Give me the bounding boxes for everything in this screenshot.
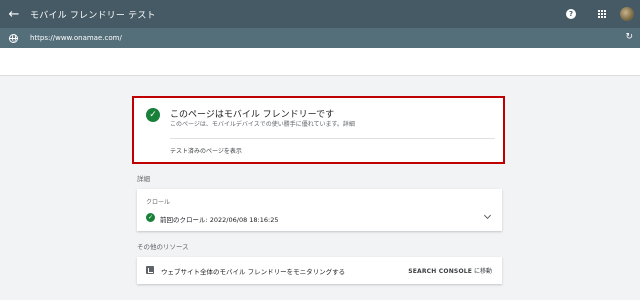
crawl-card[interactable]: クロール ✓ 前回のクロール: 2022/06/08 18:16:25: [137, 189, 502, 231]
result-summary: ✓ このページはモバイル フレンドリーです このページは、モバイルデバイスでの使…: [134, 98, 503, 138]
tested-url-bar: https://www.onamae.com/ ↻: [0, 28, 640, 48]
top-app-bar: ← モバイル フレンドリー テスト ?: [0, 0, 640, 28]
search-console-suffix: に移動: [472, 268, 492, 275]
details-link[interactable]: 詳細: [343, 121, 355, 128]
search-console-label: SEARCH CONSOLE: [408, 268, 473, 275]
crawl-label: クロール: [146, 199, 171, 206]
avatar[interactable]: [620, 7, 634, 21]
resource-text: ウェブサイト全体のモバイル フレンドリーをモニタリングする: [161, 268, 346, 276]
search-console-link[interactable]: SEARCH CONSOLE に移動: [408, 266, 492, 275]
check-circle-icon: ✓: [146, 108, 160, 122]
app-title: モバイル フレンドリー テスト: [30, 10, 156, 21]
view-tested-page-link[interactable]: テスト済みのページを表示: [170, 146, 242, 155]
chart-icon: [146, 266, 154, 274]
last-crawl-value: 前回のクロール: 2022/06/08 18:16:25: [160, 216, 279, 224]
details-section-label: 詳細: [137, 175, 150, 183]
tested-url: https://www.onamae.com/: [30, 34, 122, 42]
result-description: このページは、モバイルデバイスでの使い勝手に優れています。詳細: [170, 119, 355, 128]
header-actions: ?: [566, 0, 634, 28]
check-circle-icon: ✓: [146, 213, 155, 222]
other-resources-label: その他のリソース: [137, 243, 189, 251]
resource-item: ウェブサイト全体のモバイル フレンドリーをモニタリングする SEARCH CON…: [137, 257, 502, 284]
result-card: ✓ このページはモバイル フレンドリーです このページは、モバイルデバイスでの使…: [132, 96, 505, 164]
back-arrow-icon[interactable]: ←: [0, 0, 28, 28]
globe-icon: [9, 33, 18, 43]
result-description-text: このページは、モバイルデバイスでの使い勝手に優れています。: [170, 121, 343, 128]
chevron-down-icon[interactable]: [483, 211, 492, 220]
reload-icon[interactable]: ↻: [625, 32, 633, 42]
page-header-strip: [0, 48, 640, 76]
help-icon[interactable]: ?: [566, 9, 576, 19]
divider: [170, 138, 495, 139]
apps-grid-icon[interactable]: [598, 10, 606, 18]
